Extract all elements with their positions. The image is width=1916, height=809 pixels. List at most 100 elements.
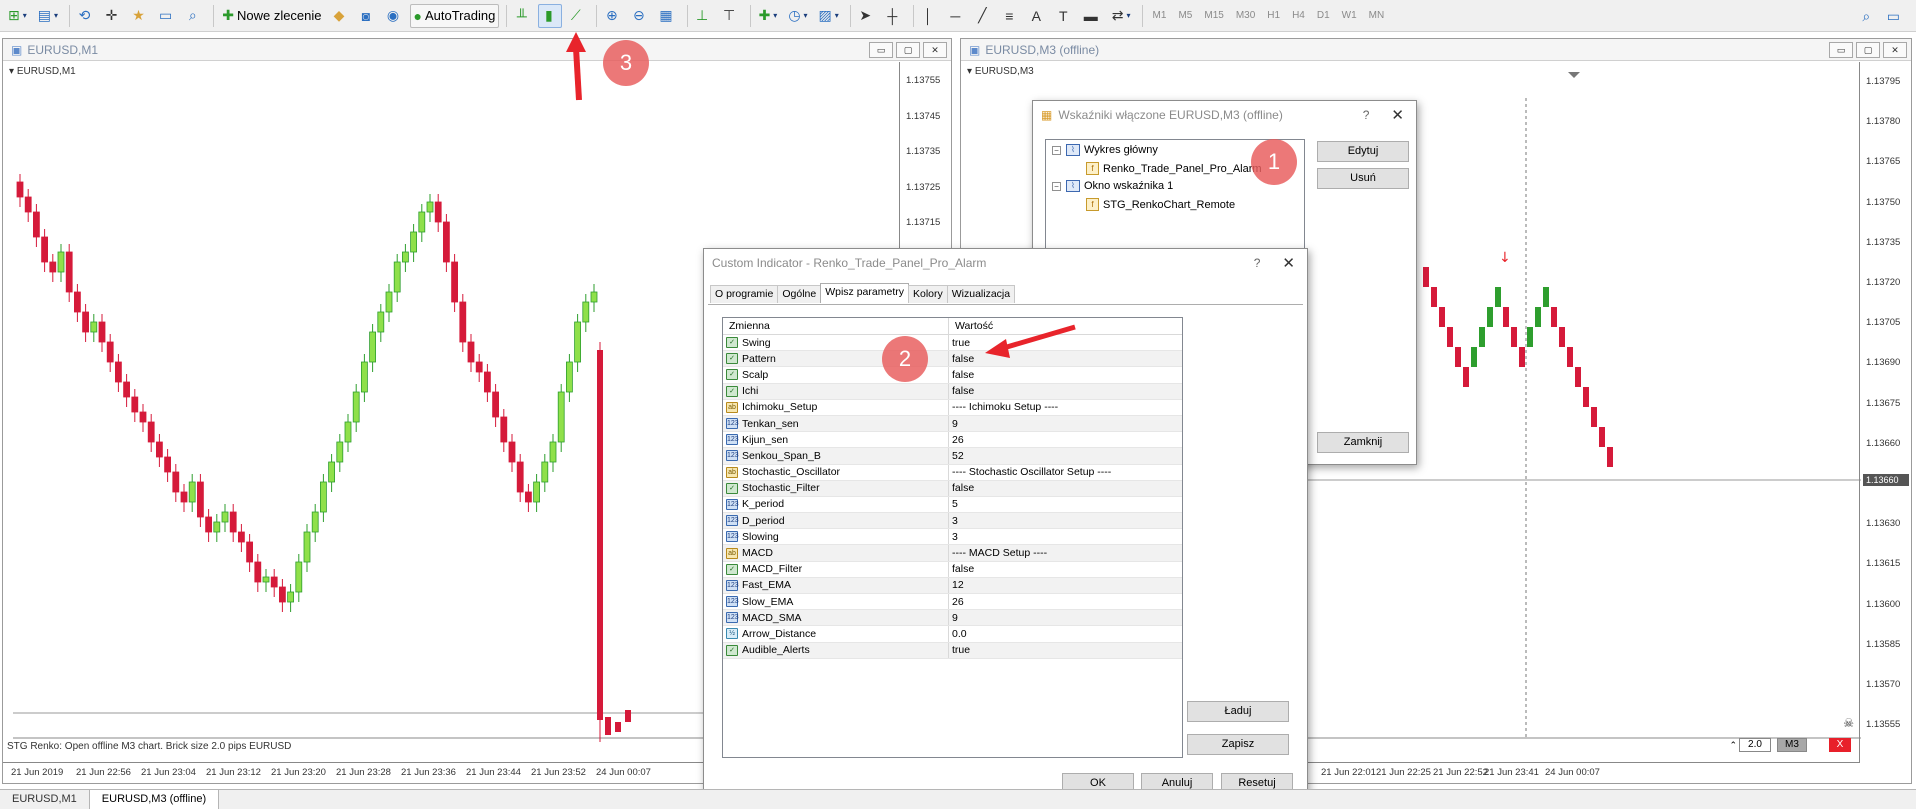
cursor-button[interactable]: ➤	[855, 4, 879, 28]
chart-tab-1[interactable]: EURUSD,M1	[0, 790, 90, 809]
minimize-button[interactable]: ▭	[869, 41, 893, 58]
parameter-row[interactable]: ✓ MACD_Filter false	[723, 561, 1182, 578]
tree-item-sub-indicator[interactable]: f STG_RenkoChart_Remote	[1086, 198, 1235, 211]
tab-wpisz-parametry[interactable]: Wpisz parametry	[820, 283, 909, 303]
zoom-in-button[interactable]: ⊕	[601, 4, 625, 28]
parameter-row[interactable]: 123 Kijun_sen 26	[723, 432, 1182, 449]
periods-button[interactable]: ◷ ▾	[784, 4, 811, 28]
timeframe-d1[interactable]: D1	[1317, 10, 1330, 21]
signals-button[interactable]: ◙	[356, 4, 380, 28]
parameter-value[interactable]: true	[949, 337, 970, 349]
maximize-button[interactable]: ▢	[896, 41, 920, 58]
tab-ogólne[interactable]: Ogólne	[777, 285, 822, 303]
market-watch-button[interactable]: ⟲	[74, 4, 98, 28]
tab-o-programie[interactable]: O programie	[710, 285, 779, 303]
autotrading-button[interactable]: ● AutoTrading	[409, 3, 500, 28]
new-order-button[interactable]: ✚ Nowe zlecenie	[218, 4, 325, 28]
zoom-out-button[interactable]: ⊖	[628, 4, 652, 28]
metaeditor-button[interactable]: ◆	[329, 4, 353, 28]
profiles-button[interactable]: ▤ ▾	[34, 4, 62, 28]
crosshair-button[interactable]: ┼	[882, 4, 906, 28]
auto-scroll-button[interactable]: ⊥	[692, 4, 716, 28]
timeframe-m30[interactable]: M30	[1236, 10, 1255, 21]
parameter-row[interactable]: ab MACD ---- MACD Setup ----	[723, 545, 1182, 562]
help-button[interactable]: ?	[1254, 256, 1261, 270]
parameter-value[interactable]: 3	[949, 515, 958, 527]
fibo-button[interactable]: ≡	[999, 4, 1023, 28]
label-button[interactable]: T	[1053, 4, 1077, 28]
parameter-value[interactable]: 9	[949, 418, 958, 430]
load-button[interactable]: Ładuj	[1187, 701, 1289, 722]
chart-tab-2[interactable]: EURUSD,M3 (offline)	[89, 790, 220, 809]
tile-windows-button[interactable]: ▦	[655, 4, 679, 28]
parameter-row[interactable]: ab Stochastic_Oscillator ---- Stochastic O…	[723, 464, 1182, 481]
timeframe-m5[interactable]: M5	[1178, 10, 1192, 21]
timeframe-h4[interactable]: H4	[1292, 10, 1305, 21]
parameter-row[interactable]: 123 Fast_EMA 12	[723, 577, 1182, 594]
line-chart-button[interactable]: ⟋	[565, 4, 589, 28]
navigator-button[interactable]: ★	[128, 4, 152, 28]
parameter-row[interactable]: 123 MACD_SMA 9	[723, 610, 1182, 627]
tree-item-main-indicator[interactable]: f Renko_Trade_Panel_Pro_Alarm	[1086, 162, 1262, 175]
chart-shift-button[interactable]: ⊤	[719, 4, 743, 28]
parameter-row[interactable]: ✓ Swing true	[723, 335, 1182, 352]
parameter-row[interactable]: 123 Slowing 3	[723, 529, 1182, 546]
parameter-row[interactable]: ✓ Ichi false	[723, 383, 1182, 400]
parameter-row[interactable]: ✓ Stochastic_Filter false	[723, 480, 1182, 497]
data-window-button[interactable]: ✛	[101, 4, 125, 28]
close-button[interactable]: ✕	[1883, 41, 1907, 58]
market-button[interactable]: ◉	[383, 4, 407, 28]
parameter-row[interactable]: 123 K_period 5	[723, 496, 1182, 514]
timeframe-mn[interactable]: MN	[1369, 10, 1385, 21]
parameter-value[interactable]: ---- Ichimoku Setup ----	[949, 401, 1058, 413]
tab-kolory[interactable]: Kolory	[907, 285, 948, 303]
parameter-value[interactable]: 12	[949, 579, 964, 591]
parameter-row[interactable]: ½ Arrow_Distance 0.0	[723, 626, 1182, 643]
parameter-value[interactable]: false	[949, 353, 974, 365]
parameter-value[interactable]: ---- MACD Setup ----	[949, 547, 1047, 559]
timeframe-m1[interactable]: M1	[1153, 10, 1167, 21]
help-button[interactable]: ?	[1363, 108, 1370, 122]
parameter-value[interactable]: false	[949, 385, 974, 397]
parameter-row[interactable]: ✓ Audible_Alerts true	[723, 642, 1182, 659]
parameter-row[interactable]: ab Ichimoku_Setup ---- Ichimoku Setup ----	[723, 399, 1182, 416]
candle-chart-button[interactable]: ▮	[538, 3, 563, 28]
parameter-value[interactable]: false	[949, 369, 974, 381]
parameter-value[interactable]: false	[949, 482, 974, 494]
delete-button[interactable]: Usuń	[1317, 168, 1409, 189]
arrows-button[interactable]: ⇄ ▾	[1108, 4, 1135, 28]
column-header-value[interactable]: Wartość	[949, 320, 993, 332]
parameter-row[interactable]: 123 D_period 3	[723, 513, 1182, 530]
timeframe-m15[interactable]: M15	[1204, 10, 1223, 21]
templates-button[interactable]: ▨ ▾	[815, 4, 843, 28]
parameter-row[interactable]: 123 Senkou_Span_B 52	[723, 448, 1182, 465]
search-button[interactable]: ⌕	[1856, 4, 1880, 28]
parameter-value[interactable]: 52	[949, 450, 964, 462]
trendline-button[interactable]: ╱	[972, 4, 996, 28]
close-button[interactable]: ✕	[923, 41, 947, 58]
parameter-value[interactable]: 26	[949, 596, 964, 608]
renko-close-button[interactable]: X	[1829, 738, 1851, 752]
vertical-line-button[interactable]: │	[918, 4, 942, 28]
custom-indicator-dialog[interactable]: Custom Indicator - Renko_Trade_Panel_Pro…	[703, 248, 1308, 802]
maximize-button[interactable]: ▢	[1856, 41, 1880, 58]
chat-button[interactable]: ▭	[1883, 4, 1907, 28]
parameter-value[interactable]: 5	[949, 498, 958, 510]
shapes-button[interactable]: ▬	[1080, 4, 1105, 28]
terminal-button[interactable]: ▭	[155, 4, 179, 28]
parameter-value[interactable]: 9	[949, 612, 958, 624]
parameter-row[interactable]: ✓ Pattern false	[723, 351, 1182, 368]
parameter-row[interactable]: ✓ Scalp false	[723, 367, 1182, 384]
minimize-button[interactable]: ▭	[1829, 41, 1853, 58]
parameter-value[interactable]: 0.0	[949, 628, 967, 640]
text-button[interactable]: A	[1026, 4, 1050, 28]
parameter-value[interactable]: false	[949, 563, 974, 575]
parameter-value[interactable]: ---- Stochastic Oscillator Setup ----	[949, 466, 1111, 478]
tree-node-main-chart[interactable]: − ⌇ Wykres główny	[1052, 144, 1158, 156]
parameter-value[interactable]: 3	[949, 531, 958, 543]
parameter-value[interactable]: 26	[949, 434, 964, 446]
indicators-button[interactable]: ✚ ▾	[755, 4, 782, 28]
save-button[interactable]: Zapisz	[1187, 734, 1289, 755]
parameter-row[interactable]: 123 Slow_EMA 26	[723, 594, 1182, 611]
timeframe-w1[interactable]: W1	[1342, 10, 1357, 21]
